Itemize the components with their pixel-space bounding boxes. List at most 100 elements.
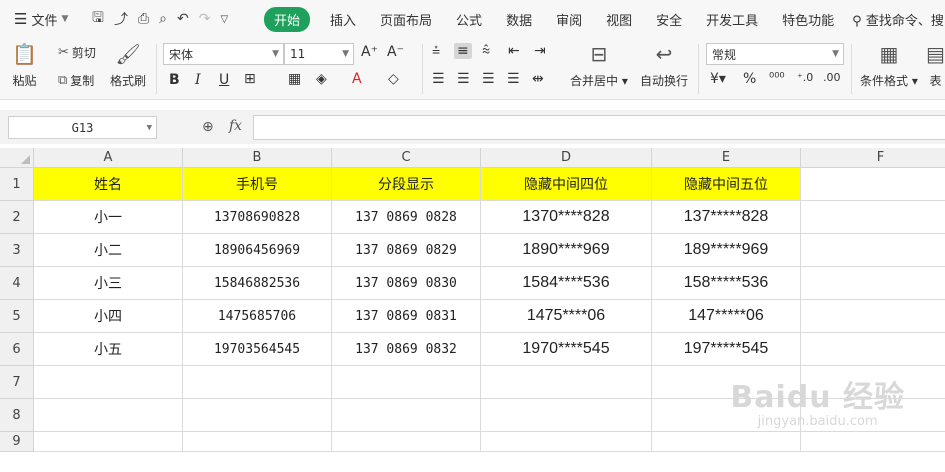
cell-d7[interactable] [481,366,652,399]
cell-b8[interactable] [183,399,332,432]
font-color-icon[interactable]: A [352,71,362,87]
tab-data[interactable]: 数据 [494,10,544,29]
print-preview-icon[interactable]: ⌕ [159,11,167,27]
cell-c6[interactable]: 137 0869 0832 [332,333,481,366]
row-header-7[interactable]: 7 [0,366,34,399]
justify-icon[interactable]: ☰ [507,71,520,87]
cell-d6[interactable]: 1970****545 [481,333,652,366]
indent-decrease-icon[interactable]: ⇤ [508,43,520,59]
command-search[interactable]: ⚲ 查找命令、搜 [852,10,944,29]
fx-icon[interactable]: fx [229,118,242,134]
cell-b5[interactable]: 1475685706 [183,300,332,333]
italic-icon[interactable]: I [195,72,201,88]
cell-c3[interactable]: 137 0869 0829 [332,234,481,267]
align-middle-icon[interactable]: ≡ [454,43,472,59]
cell-e9[interactable] [652,432,801,452]
column-header-a[interactable]: A [34,148,183,168]
cell-e5[interactable]: 147*****06 [652,300,801,333]
cell-a1[interactable]: 姓名 [34,168,183,201]
cell-b9[interactable] [183,432,332,452]
cell-b7[interactable] [183,366,332,399]
tab-developer[interactable]: 开发工具 [694,10,770,29]
cell-f6[interactable] [801,333,945,366]
cell-f9[interactable] [801,432,945,452]
tab-features[interactable]: 特色功能 [770,10,846,29]
tab-page-layout[interactable]: 页面布局 [368,10,444,29]
save-as-icon[interactable]: ⤴ [114,9,128,29]
align-left-icon[interactable]: ☰ [432,71,445,87]
cell-c2[interactable]: 137 0869 0828 [332,201,481,234]
save-icon[interactable]: 🖫 [92,7,104,31]
column-header-c[interactable]: C [332,148,481,168]
conditional-format-button[interactable]: ▦ 条件格式 ▾ [860,42,918,89]
cell-a2[interactable]: 小一 [34,201,183,234]
decrease-decimal-icon[interactable]: .00 [823,71,841,84]
zoom-icon[interactable]: ⊕ [202,119,214,135]
cell-f4[interactable] [801,267,945,300]
font-size-select[interactable]: 11 ▼ [284,43,354,65]
column-header-b[interactable]: B [183,148,332,168]
cell-a6[interactable]: 小五 [34,333,183,366]
comma-icon[interactable]: ⁰⁰⁰ [769,71,785,86]
cell-c5[interactable]: 137 0869 0831 [332,300,481,333]
row-header-3[interactable]: 3 [0,234,34,267]
decrease-font-icon[interactable]: A⁻ [387,44,404,60]
cell-b6[interactable]: 19703564545 [183,333,332,366]
cell-d1[interactable]: 隐藏中间四位 [481,168,652,201]
row-header-8[interactable]: 8 [0,399,34,432]
cell-b2[interactable]: 13708690828 [183,201,332,234]
currency-icon[interactable]: ¥▾ [710,71,726,87]
row-header-2[interactable]: 2 [0,201,34,234]
row-header-1[interactable]: 1 [0,168,34,201]
align-bottom-icon[interactable]: ⩯ [482,43,490,59]
cell-d5[interactable]: 1475****06 [481,300,652,333]
row-header-6[interactable]: 6 [0,333,34,366]
cut-button[interactable]: ✂ 剪切 [58,44,96,61]
cell-b1[interactable]: 手机号 [183,168,332,201]
wrap-text-button[interactable]: ↩ 自动换行 [640,42,688,89]
underline-icon[interactable]: U [219,72,229,88]
fill-style-icon[interactable]: ▦ [288,71,301,87]
cell-d9[interactable] [481,432,652,452]
column-header-d[interactable]: D [481,148,652,168]
cell-e3[interactable]: 189*****969 [652,234,801,267]
file-menu[interactable]: ☰ 文件 ▼ [0,10,86,29]
cell-d8[interactable] [481,399,652,432]
align-center-icon[interactable]: ☰ [457,71,470,87]
cell-a9[interactable] [34,432,183,452]
cell-a3[interactable]: 小二 [34,234,183,267]
cell-c1[interactable]: 分段显示 [332,168,481,201]
undo-icon[interactable]: ↶ [177,11,189,27]
align-top-icon[interactable]: ⩮ [432,43,440,59]
tab-security[interactable]: 安全 [644,10,694,29]
cell-c4[interactable]: 137 0869 0830 [332,267,481,300]
number-format-select[interactable]: 常规 ▼ [706,43,844,65]
select-all-corner[interactable] [0,148,34,168]
cell-b3[interactable]: 18906456969 [183,234,332,267]
cell-f5[interactable] [801,300,945,333]
increase-decimal-icon[interactable]: ⁺.0 [797,71,813,84]
row-header-9[interactable]: 9 [0,432,34,452]
formula-input[interactable] [253,115,945,140]
tab-insert[interactable]: 插入 [318,10,368,29]
cell-e2[interactable]: 137*****828 [652,201,801,234]
indent-increase-icon[interactable]: ⇥ [534,43,546,59]
tab-review[interactable]: 审阅 [544,10,594,29]
customize-icon[interactable]: ▽ [220,14,228,25]
name-box[interactable]: G13 ▼ [8,116,157,139]
cell-a7[interactable] [34,366,183,399]
bold-icon[interactable]: B [169,72,180,88]
cell-a4[interactable]: 小三 [34,267,183,300]
cell-d4[interactable]: 1584****536 [481,267,652,300]
tab-view[interactable]: 视图 [594,10,644,29]
redo-icon[interactable]: ↷ [199,11,211,27]
row-header-4[interactable]: 4 [0,267,34,300]
cell-d3[interactable]: 1890****969 [481,234,652,267]
cell-c9[interactable] [332,432,481,452]
cell-c8[interactable] [332,399,481,432]
font-name-select[interactable]: 宋体 ▼ [163,43,284,65]
distributed-icon[interactable]: ⇹ [532,71,544,87]
borders-icon[interactable]: ⊞ [244,71,256,87]
cell-a8[interactable] [34,399,183,432]
align-right-icon[interactable]: ☰ [482,71,495,87]
